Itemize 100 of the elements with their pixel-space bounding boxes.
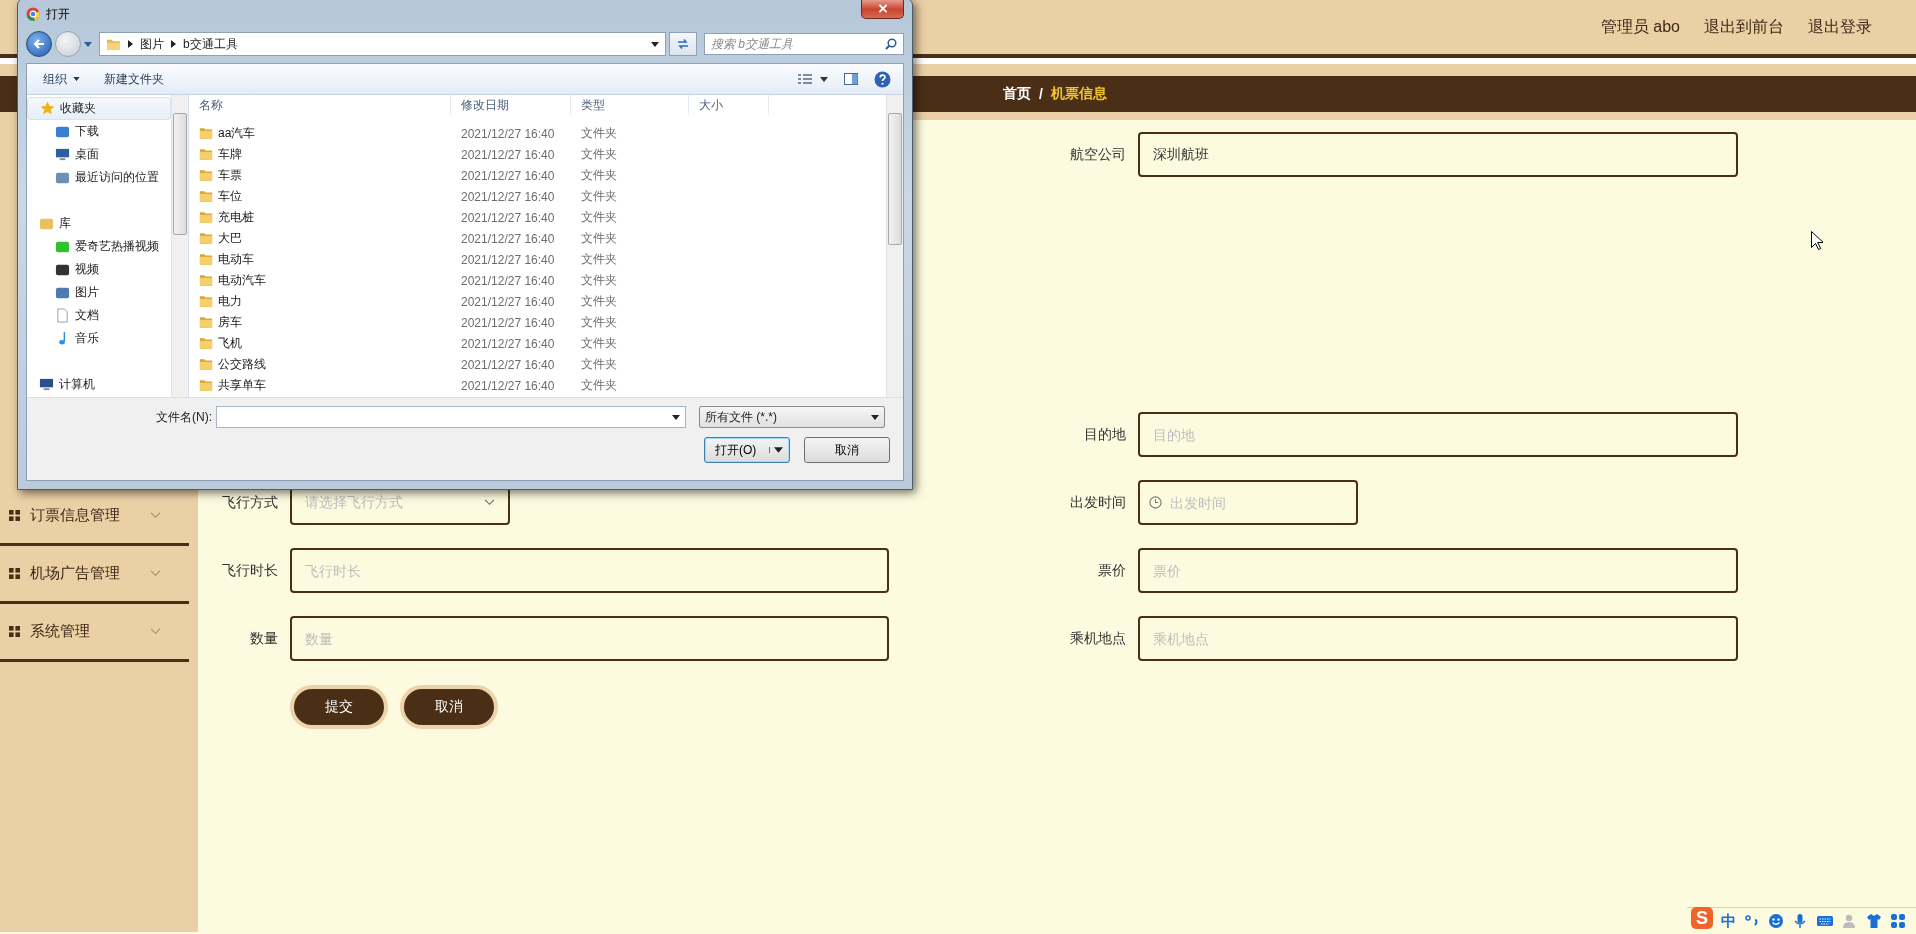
cancel-button[interactable]: 取消: [804, 437, 890, 463]
navigation-item[interactable]: 视频: [27, 258, 171, 281]
close-button[interactable]: [861, 0, 904, 19]
navigation-item[interactable]: 文档: [27, 304, 171, 327]
search-field[interactable]: 搜索 b交通工具: [704, 33, 904, 55]
column-header[interactable]: 类型: [571, 95, 689, 115]
form-button[interactable]: 提交: [290, 684, 388, 729]
toolbar-button[interactable]: 新建文件夹: [94, 66, 174, 92]
keyboard-icon[interactable]: [1816, 914, 1834, 928]
breadcrumb-link[interactable]: 首页: [1003, 85, 1031, 103]
chevron-down-icon: [150, 628, 161, 635]
breadcrumb-separator: /: [1039, 86, 1043, 102]
navigation-item[interactable]: 音乐: [27, 327, 171, 350]
document-icon: [55, 308, 70, 323]
file-row[interactable]: 飞机 2021/12/27 16:40 文件夹: [189, 333, 886, 354]
list-view-icon: [798, 74, 812, 84]
back-button[interactable]: [26, 31, 52, 57]
navigation-item[interactable]: 计算机: [27, 373, 171, 396]
shirt-icon[interactable]: [1866, 913, 1882, 929]
file-row[interactable]: 电力 2021/12/27 16:40 文件夹: [189, 291, 886, 312]
navigation-item[interactable]: 库: [27, 212, 171, 235]
close-icon: [877, 4, 888, 13]
caret-right-icon: [128, 40, 133, 48]
file-row[interactable]: 车票 2021/12/27 16:40 文件夹: [189, 165, 886, 186]
toolbar-button[interactable]: 组织: [33, 66, 90, 92]
datetime-field[interactable]: 出发时间: [1138, 480, 1358, 525]
header-link[interactable]: 退出到前台: [1704, 16, 1784, 38]
navigation-item[interactable]: 最近访问的位置: [27, 166, 171, 189]
dialog-title: 打开: [46, 5, 70, 23]
refresh-icon: [676, 38, 690, 50]
file-name-label: 文件名(N):: [155, 408, 212, 426]
file-row[interactable]: 电动汽车 2021/12/27 16:40 文件夹: [189, 270, 886, 291]
text-field[interactable]: 票价: [1138, 548, 1738, 593]
apps-grid-icon[interactable]: [1890, 913, 1906, 929]
header-link[interactable]: 退出登录: [1808, 16, 1872, 38]
caret-down-icon: [871, 414, 879, 420]
file-row[interactable]: 充电桩 2021/12/27 16:40 文件夹: [189, 207, 886, 228]
field-label: 数量: [249, 629, 278, 648]
chevron-down-icon: [150, 512, 161, 519]
navigation-item[interactable]: 下载: [27, 120, 171, 143]
file-row[interactable]: 公交路线 2021/12/27 16:40 文件夹: [189, 354, 886, 375]
text-field[interactable]: 乘机地点: [1138, 616, 1738, 661]
sidebar-menu-item[interactable]: 机场广告管理: [0, 546, 189, 604]
file-row[interactable]: aa汽车 2021/12/27 16:40 文件夹: [189, 123, 886, 144]
sidebar-menu-item[interactable]: 系统管理: [0, 604, 189, 662]
field-label: 乘机地点: [1069, 629, 1126, 648]
text-field[interactable]: 目的地: [1138, 412, 1738, 457]
microphone-icon[interactable]: [1792, 913, 1808, 929]
field-label: 飞行方式: [221, 493, 278, 512]
file-type-dropdown[interactable]: 所有文件 (*.*): [699, 406, 885, 428]
mouse-pointer-icon: [1811, 231, 1823, 250]
text-field[interactable]: 深圳航班: [1138, 132, 1738, 177]
file-row[interactable]: 房车 2021/12/27 16:40 文件夹: [189, 312, 886, 333]
pane-icon: [844, 73, 858, 85]
field-label: 目的地: [1083, 425, 1126, 444]
address-bar[interactable]: 图片 b交通工具: [99, 32, 666, 56]
field-label: 票价: [1097, 561, 1126, 580]
chevron-down-icon: [484, 499, 495, 506]
field-label: 飞行时长: [221, 561, 278, 580]
monitor-icon: [39, 377, 54, 392]
ime-mode-toggle[interactable]: 中: [1721, 911, 1736, 931]
caret-down-icon[interactable]: [84, 41, 92, 47]
breadcrumb-link[interactable]: 机票信息: [1050, 85, 1107, 103]
navigation-item[interactable]: 桌面: [27, 143, 171, 166]
open-button[interactable]: 打开(O): [704, 437, 790, 463]
column-header[interactable]: 名称: [189, 95, 451, 115]
search-icon: [885, 38, 897, 50]
path-segment[interactable]: 图片: [140, 35, 164, 53]
field-label: 出发时间: [1069, 493, 1126, 512]
text-field[interactable]: 飞行时长: [290, 548, 889, 593]
scrollbar[interactable]: [886, 95, 903, 397]
monitor-icon: [55, 147, 70, 162]
smiley-icon[interactable]: [1768, 913, 1784, 929]
navigation-item[interactable]: 收藏夹: [27, 97, 171, 120]
column-header[interactable]: 修改日期: [451, 95, 571, 115]
file-row[interactable]: 电动车 2021/12/27 16:40 文件夹: [189, 249, 886, 270]
header-link[interactable]: 管理员 abo: [1600, 16, 1680, 38]
caret-down-icon: [769, 447, 783, 453]
file-row[interactable]: 车牌 2021/12/27 16:40 文件夹: [189, 144, 886, 165]
grid-icon: [9, 626, 20, 637]
field-label: 航空公司: [1069, 145, 1126, 164]
file-row[interactable]: 共享单车 2021/12/27 16:40 文件夹: [189, 375, 886, 396]
form-button[interactable]: 取消: [400, 684, 498, 729]
path-segment[interactable]: b交通工具: [183, 35, 238, 53]
caret-right-icon: [171, 40, 176, 48]
file-name-field[interactable]: [216, 406, 686, 428]
caret-down-icon: [651, 41, 659, 47]
scrollbar[interactable]: [171, 95, 188, 397]
navigation-item[interactable]: 爱奇艺热播视频: [27, 235, 171, 258]
left-arrow-icon: [33, 38, 45, 50]
file-row[interactable]: 车位 2021/12/27 16:40 文件夹: [189, 186, 886, 207]
text-field[interactable]: 数量: [290, 616, 889, 661]
grid-icon: [9, 568, 20, 579]
refresh-button[interactable]: [669, 32, 697, 56]
column-header[interactable]: 大小: [689, 95, 769, 115]
file-row[interactable]: 大巴 2021/12/27 16:40 文件夹: [189, 228, 886, 249]
app-icon: [26, 7, 40, 21]
grid-icon: [9, 510, 20, 521]
caret-down-icon: [672, 415, 680, 420]
navigation-item[interactable]: 图片: [27, 281, 171, 304]
